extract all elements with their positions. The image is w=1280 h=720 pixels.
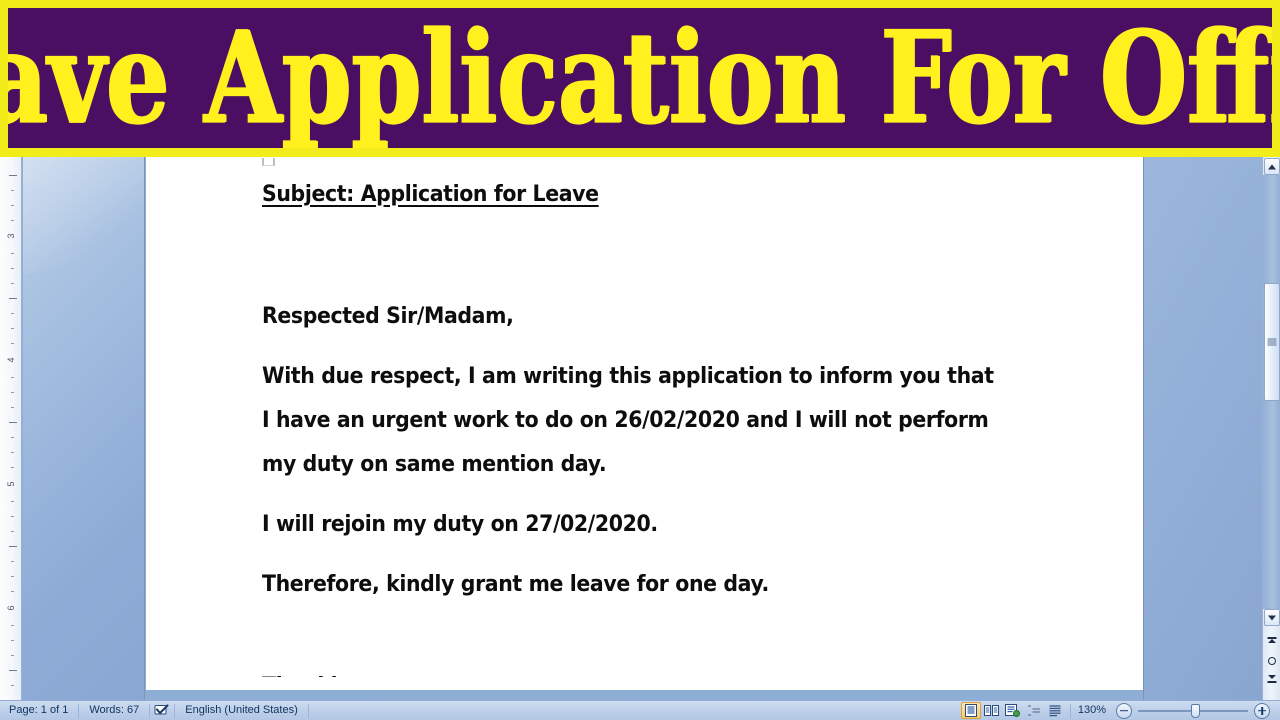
ruler-number-3: 3 (6, 233, 16, 239)
scroll-up-arrow-icon[interactable] (1264, 158, 1280, 175)
ruler-number-5: 5 (6, 481, 16, 487)
ruler-tick (11, 392, 14, 393)
page-gutter-left (23, 157, 145, 700)
ruler-tick (11, 220, 14, 221)
spell-check-icon[interactable] (151, 703, 173, 718)
ruler-tick (11, 561, 14, 562)
ruler-tick (11, 452, 14, 453)
zoom-in-icon[interactable] (1254, 702, 1270, 719)
scrollbar-track[interactable] (1263, 175, 1280, 609)
ruler-tick (11, 253, 14, 254)
margin-marker-icon (262, 158, 275, 166)
select-browse-object-button[interactable] (1266, 655, 1278, 667)
banner-title-text: Leave Application For Office (8, 8, 1272, 148)
document-page[interactable]: Subject: Application for Leave Respected… (146, 157, 1143, 690)
ruler-tick (11, 625, 14, 626)
plus-glyph-vertical (1261, 706, 1263, 715)
ruler-tick (11, 328, 14, 329)
browse-object-circle-icon (1268, 657, 1276, 665)
ruler-tick (11, 190, 14, 191)
status-bar: Page: 1 of 1 Words: 67 English (United S… (0, 700, 1280, 720)
ruler-tick (9, 422, 17, 423)
zoom-slider[interactable] (1138, 703, 1248, 719)
ruler-tick (9, 546, 17, 547)
triangle-down-icon (1268, 615, 1276, 620)
status-separator (78, 703, 80, 718)
vertical-scrollbar[interactable] (1262, 157, 1280, 700)
scroll-down-arrow-icon[interactable] (1264, 609, 1280, 626)
document-paragraph-2: I will rejoin my duty on 27/02/2020. (262, 512, 658, 537)
view-buttons-group (957, 702, 1069, 719)
ruler-number-6: 6 (6, 605, 16, 611)
ruler-tick (11, 591, 14, 592)
full-screen-reading-view-button[interactable] (982, 702, 1002, 719)
ruler-tick (9, 175, 17, 176)
title-banner-inner: Leave Application For Office (8, 8, 1272, 148)
next-page-button[interactable] (1266, 673, 1278, 685)
status-word-count[interactable]: Words: 67 (80, 701, 148, 720)
ruler-tick (11, 516, 14, 517)
status-separator (174, 703, 176, 718)
ruler-tick (11, 655, 14, 656)
ruler-tick (11, 576, 14, 577)
ruler-tick (9, 298, 17, 299)
document-workspace: 3 4 5 6 Subject: Application for Leave R… (0, 157, 1280, 700)
ruler-number-4: 4 (6, 357, 16, 363)
vertical-ruler[interactable]: 3 4 5 6 (0, 157, 22, 700)
ruler-tick (11, 343, 14, 344)
status-separator (149, 703, 151, 718)
ruler-tick (11, 268, 14, 269)
draft-view-button[interactable] (1045, 702, 1065, 719)
minus-glyph (1120, 709, 1128, 712)
triangle-up-icon (1268, 164, 1276, 169)
ruler-tick (11, 407, 14, 408)
ruler-tick (11, 205, 14, 206)
outline-view-button[interactable] (1024, 702, 1044, 719)
document-paragraph-1: With due respect, I am writing this appl… (262, 364, 994, 477)
ruler-tick (11, 377, 14, 378)
previous-page-button[interactable] (1266, 637, 1278, 649)
print-layout-view-button[interactable] (960, 702, 981, 719)
scrollbar-grip-icon (1267, 338, 1277, 346)
document-subject-line: Subject: Application for Leave (262, 182, 599, 207)
ruler-tick (11, 531, 14, 532)
page-gutter-right (1143, 157, 1262, 700)
title-banner: Leave Application For Office (0, 0, 1280, 157)
document-paragraph-4: Thanking you, (262, 665, 997, 677)
ruler-tick (9, 670, 17, 671)
ruler-tick (11, 283, 14, 284)
web-layout-view-button[interactable] (1003, 702, 1023, 719)
zoom-level-label[interactable]: 130% (1072, 701, 1114, 720)
scrollbar-thumb[interactable] (1264, 283, 1280, 401)
ruler-tick (11, 313, 14, 314)
document-paragraph-3: Therefore, kindly grant me leave for one… (262, 572, 769, 597)
ruler-tick (11, 640, 14, 641)
zoom-out-icon[interactable] (1116, 702, 1132, 719)
ruler-tick (11, 501, 14, 502)
status-separator (307, 703, 309, 718)
document-salutation: Respected Sir/Madam, (262, 304, 514, 329)
document-text-area[interactable]: Subject: Application for Leave Respected… (262, 173, 1052, 677)
ruler-tick (11, 685, 14, 686)
status-language[interactable]: English (United States) (176, 701, 307, 720)
ruler-tick (11, 437, 14, 438)
zoom-slider-handle[interactable] (1191, 703, 1200, 718)
ruler-tick (11, 467, 14, 468)
word-document-window: Leave Application For Office 3 4 (0, 0, 1280, 720)
status-separator (1069, 703, 1071, 718)
status-page-indicator[interactable]: Page: 1 of 1 (0, 701, 77, 720)
